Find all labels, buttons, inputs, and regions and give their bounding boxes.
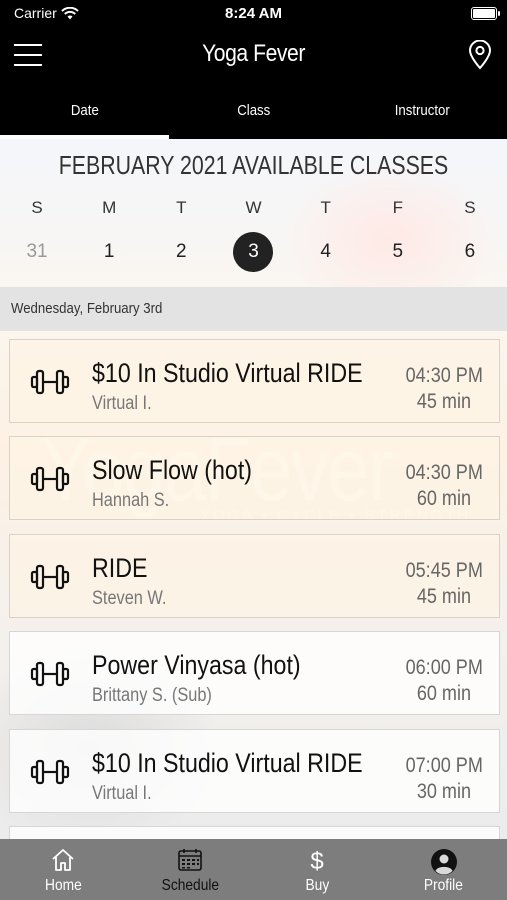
nav-buy[interactable]: $ Buy [254,839,381,900]
nav-label: Profile [424,877,464,894]
tab-label: Date [70,102,99,119]
class-instructor: Virtual I. [92,393,152,414]
class-duration: 60 min [416,487,471,510]
weekday-label: T [176,198,187,217]
tab-label: Instructor [394,102,451,119]
class-time: 04:30 PM [405,364,483,387]
tab-label: Class [236,102,270,119]
status-time: 8:24 AM [225,5,282,22]
svg-text:$: $ [310,848,323,874]
tab-date[interactable]: Date [0,84,169,139]
battery-icon [471,7,500,20]
date-cell-selected[interactable]: 3 [217,232,289,272]
nav-profile[interactable]: Profile [380,839,507,900]
class-name: Slow Flow (hot) [92,455,253,485]
dumbbell-icon [30,564,70,590]
class-duration: 60 min [416,682,471,705]
class-duration: 30 min [416,780,471,803]
class-card[interactable]: $10 In Studio Virtual RIDE Virtual I. 07… [9,729,500,813]
page-title: Yoga Fever [202,40,305,67]
profile-icon [430,849,457,875]
date-row: 31 1 2 3 4 5 6 [0,232,507,272]
app-header: Yoga Fever [0,28,507,84]
class-instructor: Hannah S. [92,490,170,511]
weekday-label: S [464,198,476,217]
dumbbell-icon [30,369,70,395]
tab-class[interactable]: Class [169,84,338,139]
home-icon [52,849,74,871]
nav-label: Schedule [161,877,219,894]
tab-instructor[interactable]: Instructor [338,84,507,139]
class-card[interactable]: Slow Flow (hot) Hannah S. 04:30 PM 60 mi… [9,436,500,520]
date-cell[interactable]: 1 [73,232,145,272]
bottom-nav: Home Schedule $ Buy Profile [0,839,507,900]
date-cell[interactable]: 31 [1,232,73,272]
nav-schedule[interactable]: Schedule [127,839,254,900]
weekday-label: S [31,198,43,217]
class-card[interactable]: $10 In Studio Virtual RIDE Virtual I. 04… [9,339,500,423]
class-time: 07:00 PM [405,754,483,777]
weekday-label: F [392,198,403,217]
nav-label: Home [45,877,82,894]
class-name: $10 In Studio Virtual RIDE [92,358,363,388]
date-cell[interactable]: 4 [290,232,362,272]
selected-day-label: Wednesday, February 3rd [0,287,507,331]
date-cell[interactable]: 5 [362,232,434,272]
date-cell[interactable]: 2 [145,232,217,272]
class-name: RIDE [92,553,148,583]
status-bar: Carrier 8:24 AM [0,0,507,28]
weekday-label: M [102,198,117,217]
class-duration: 45 min [416,585,471,608]
class-card[interactable]: RIDE Steven W. 05:45 PM 45 min [9,534,500,618]
weekday-label: T [320,198,331,217]
dumbbell-icon [30,759,70,785]
date-cell[interactable]: 6 [434,232,506,272]
class-instructor: Virtual I. [92,783,152,804]
class-name: $10 In Studio Virtual RIDE [92,748,363,778]
tab-bar: Date Class Instructor [0,84,507,139]
nav-home[interactable]: Home [0,839,127,900]
calendar-icon [178,849,202,871]
dollar-icon: $ [310,848,323,874]
class-name: Power Vinyasa (hot) [92,650,301,680]
class-instructor: Brittany S. (Sub) [92,685,212,706]
dumbbell-icon [30,466,70,492]
dumbbell-icon [30,661,70,687]
month-title: FEBRUARY 2021 AVAILABLE CLASSES [58,150,449,180]
class-time: 04:30 PM [405,461,483,484]
class-instructor: Steven W. [92,588,167,609]
class-duration: 45 min [416,390,471,413]
class-time: 06:00 PM [405,656,483,679]
class-time: 05:45 PM [405,559,483,582]
map-pin-icon[interactable] [467,40,493,70]
weekday-header: S M T W T F S [0,198,507,218]
nav-label: Buy [305,877,329,894]
weekday-label: W [245,198,262,217]
class-card[interactable]: Power Vinyasa (hot) Brittany S. (Sub) 06… [9,631,500,715]
